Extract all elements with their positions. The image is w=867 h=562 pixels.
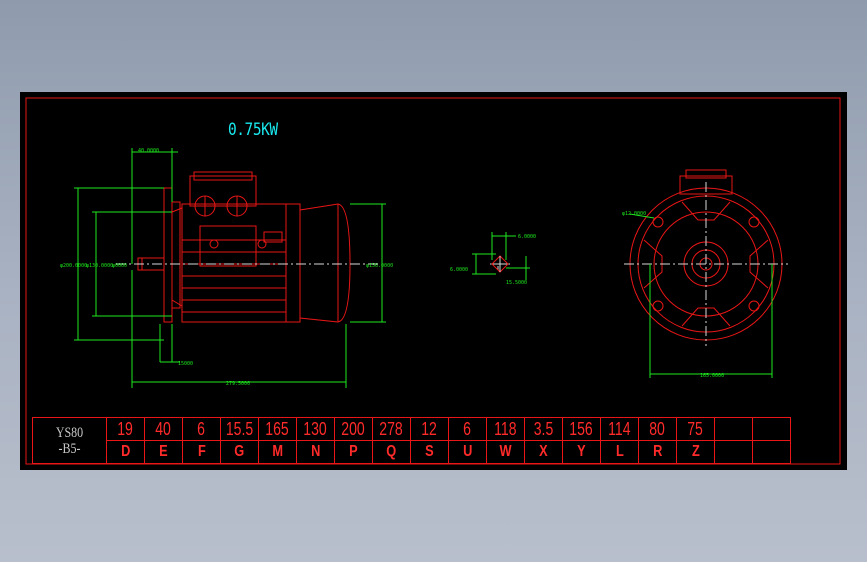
dimension-value: 6 xyxy=(463,418,472,439)
dimension-code: U xyxy=(462,443,473,460)
dimension-code: W xyxy=(499,443,512,460)
dimension-value: 278 xyxy=(379,418,404,439)
dimension-table: YS80 -B5- 19 40 6 15.5 165 130 200 278 12 6 118 3.5… xyxy=(32,417,791,464)
dimension-code-cell xyxy=(714,440,753,464)
dimension-code-cell: F xyxy=(182,440,221,464)
dimension-value-cell: 80 xyxy=(638,417,677,441)
dimension-value-cell: 118 xyxy=(486,417,525,441)
dimension-value-cell: 75 xyxy=(676,417,715,441)
dimension-value-cell: 165 xyxy=(258,417,297,441)
dimension-value: 75 xyxy=(687,418,704,439)
dimension-code-cell: L xyxy=(600,440,639,464)
dimension-code: E xyxy=(159,443,168,460)
model-cell: YS80 -B5- xyxy=(32,417,107,464)
dimension-code: L xyxy=(615,443,624,460)
dimension-code: R xyxy=(652,443,663,460)
dimension-value: 15.5 xyxy=(225,418,254,439)
dimension-code: X xyxy=(539,443,548,460)
dimension-value: 40 xyxy=(155,418,172,439)
dimension-code: M xyxy=(272,443,283,460)
dimension-code-cell: R xyxy=(638,440,677,464)
dimension-value-cell: 130 xyxy=(296,417,335,441)
dimension-code: S xyxy=(425,443,434,460)
motor-side-view xyxy=(137,171,351,323)
dimension-value: 118 xyxy=(494,418,517,439)
dimension-code-cell: U xyxy=(448,440,487,464)
power-rating-label: 0.75KW xyxy=(228,120,278,140)
dimension-values-row: YS80 -B5- 19 40 6 15.5 165 130 200 278 12 6 118 3.5… xyxy=(32,417,791,464)
dimension-value-cell: 156 xyxy=(562,417,601,441)
dimension-code-cell: Z xyxy=(676,440,715,464)
dimension-value: 19 xyxy=(117,418,134,439)
dimension-code: P xyxy=(349,443,358,460)
dimension-code: Y xyxy=(577,443,586,460)
dimension-value-cell xyxy=(714,417,753,441)
dimension-code: N xyxy=(310,443,321,460)
dimension-value-cell: 40 xyxy=(144,417,183,441)
dimension-code-cell xyxy=(752,440,791,464)
dim-shaft-dia: φ0000 xyxy=(112,263,127,269)
dimension-code-cell: N xyxy=(296,440,335,464)
dimension-value: 6 xyxy=(197,418,206,439)
dimension-value: 130 xyxy=(303,418,328,439)
dim-key-left: 6.0000 xyxy=(450,267,468,273)
dimension-value: 114 xyxy=(608,418,631,439)
dimension-value: 200 xyxy=(341,418,366,439)
dimension-value-cell: 6 xyxy=(448,417,487,441)
dimension-value-cell: 3.5 xyxy=(524,417,563,441)
dimension-value: 12 xyxy=(421,418,438,439)
dimension-code-cell: P xyxy=(334,440,373,464)
dimension-code: F xyxy=(197,443,206,460)
dim-flange-dia: φ200.0000 xyxy=(60,263,87,269)
dimension-value: 80 xyxy=(649,418,666,439)
dimension-code-cell: M xyxy=(258,440,297,464)
dimension-code-cell: X xyxy=(524,440,563,464)
dimension-code: G xyxy=(234,443,245,460)
dimension-code-cell: D xyxy=(106,440,145,464)
dim-key-h: 15.5000 xyxy=(506,280,527,286)
dim-key-w: 6.0000 xyxy=(518,234,536,240)
dimension-code-cell: Q xyxy=(372,440,411,464)
dimension-value-cell: 12 xyxy=(410,417,449,441)
dimension-code: Z xyxy=(691,443,700,460)
dimension-code-cell: G xyxy=(220,440,259,464)
dimension-value-cell xyxy=(752,417,791,441)
dimension-value: 156 xyxy=(569,418,594,439)
dimension-codes-row: DEFGMNPQSUWXYLRZ xyxy=(33,440,791,464)
dimension-value: 165 xyxy=(265,418,290,439)
dim-top-e: 40.0000 xyxy=(138,148,159,154)
dimension-code: D xyxy=(120,443,131,460)
dimension-code: Q xyxy=(386,443,397,460)
cad-drawing: 40.0000 φ200.0000 φ130.0000 φ0000 φ156.0… xyxy=(25,97,841,465)
dim-flange-thk: 15000 xyxy=(178,361,193,367)
dimension-code-cell: Y xyxy=(562,440,601,464)
dim-bolt-hole: φ12.0000 xyxy=(622,211,646,217)
dimension-value-cell: 6 xyxy=(182,417,221,441)
dim-fan-cover-dia: φ156.0000 xyxy=(366,263,393,269)
dimension-value: 3.5 xyxy=(533,418,554,439)
dimension-code-cell: W xyxy=(486,440,525,464)
dimension-value-cell: 278 xyxy=(372,417,411,441)
dimension-value-cell: 200 xyxy=(334,417,373,441)
dim-spigot-dia: φ130.0000 xyxy=(86,263,113,269)
dim-overall-length: 279.5000 xyxy=(226,381,250,387)
dimension-code-cell: S xyxy=(410,440,449,464)
dim-bolt-circle: 165.0000 xyxy=(700,373,724,379)
model-line-1: YS80 xyxy=(55,424,84,441)
end-dimensions xyxy=(629,213,773,378)
dimension-value-cell: 15.5 xyxy=(220,417,259,441)
dimension-value-cell: 19 xyxy=(106,417,145,441)
dimension-value-cell: 114 xyxy=(600,417,639,441)
model-line-2: -B5- xyxy=(58,440,81,457)
drawing-sheet: 40.0000 φ200.0000 φ130.0000 φ0000 φ156.0… xyxy=(20,92,847,470)
dimension-code-cell: E xyxy=(144,440,183,464)
